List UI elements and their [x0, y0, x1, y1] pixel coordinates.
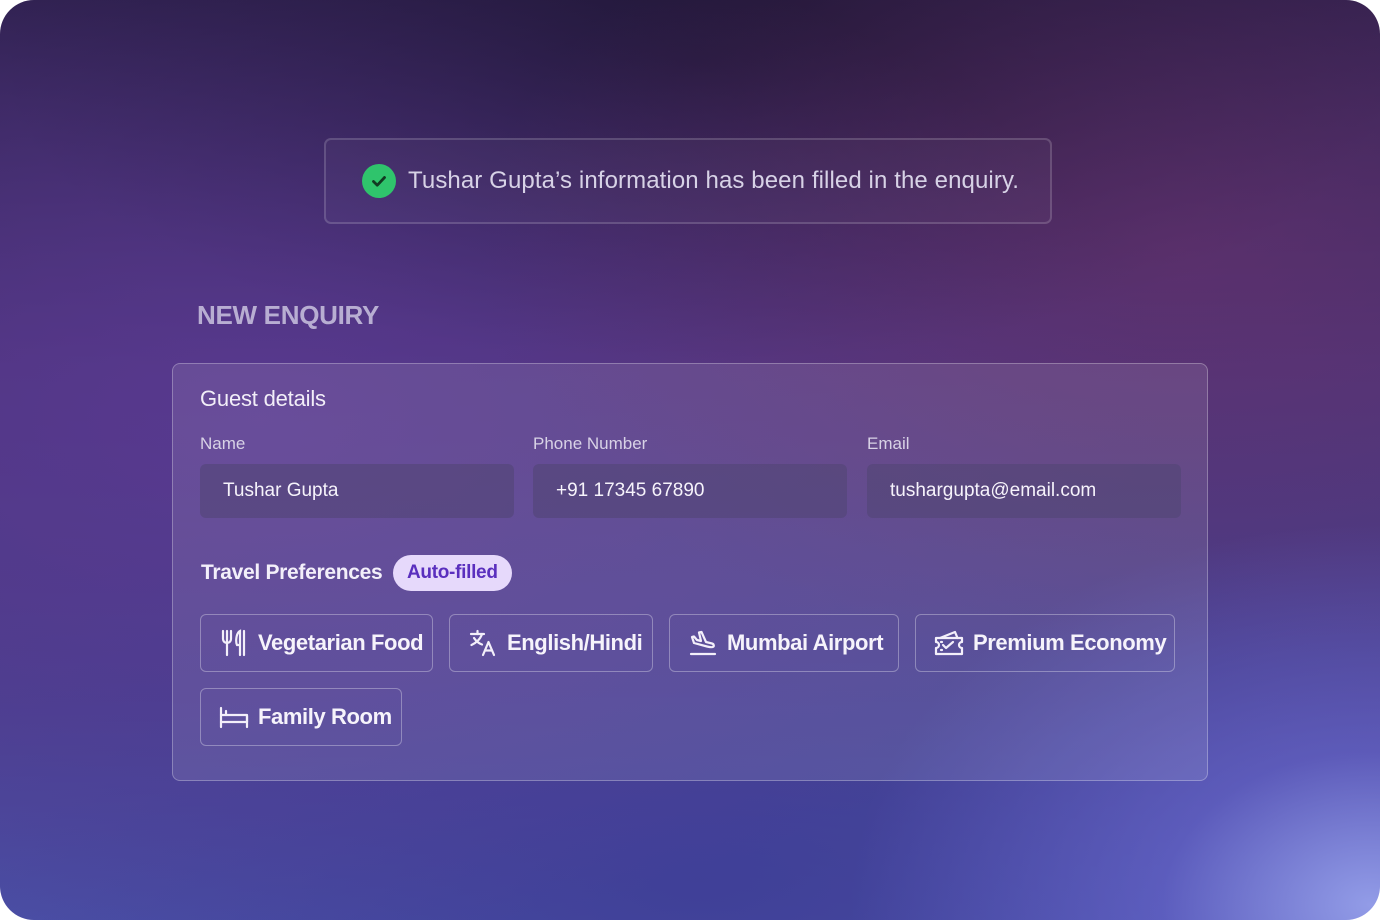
phone-field[interactable]: +91 17345 67890 [533, 464, 847, 518]
chip-premium-economy[interactable]: Premium Economy [915, 614, 1175, 672]
chip-label: English/Hindi [507, 630, 643, 655]
chip-label: Mumbai Airport [727, 630, 884, 655]
ticket-icon [933, 627, 965, 659]
auto-filled-badge: Auto-filled [393, 555, 512, 591]
phone-label: Phone Number [533, 434, 648, 453]
chip-label: Vegetarian Food [258, 630, 424, 655]
notification-message: Tushar Gupta’s information has been fill… [408, 167, 1020, 194]
guest-details-title: Guest details [200, 386, 326, 411]
name-label: Name [200, 434, 246, 453]
chip-mumbai-airport[interactable]: Mumbai Airport [669, 614, 899, 672]
page-title: NEW ENQUIRY [197, 300, 380, 330]
bed-icon [218, 701, 250, 733]
travel-preferences-title: Travel Preferences [201, 561, 383, 584]
chip-family-room[interactable]: Family Room [200, 688, 402, 746]
plane-landing-icon [687, 627, 719, 659]
chip-label: Premium Economy [973, 630, 1167, 655]
guest-details-card: Guest details Name Tushar Gupta Phone Nu… [172, 363, 1208, 781]
translate-icon [467, 627, 499, 659]
check-circle-icon [362, 164, 396, 198]
app-background: Tushar Gupta’s information has been fill… [0, 0, 1380, 920]
name-field[interactable]: Tushar Gupta [200, 464, 514, 518]
chip-label: Family Room [258, 704, 392, 729]
chip-english-hindi[interactable]: English/Hindi [449, 614, 653, 672]
utensils-icon [218, 627, 250, 659]
email-field[interactable]: tushargupta@email.com [867, 464, 1181, 518]
chip-vegetarian-food[interactable]: Vegetarian Food [200, 614, 433, 672]
success-notification: Tushar Gupta’s information has been fill… [324, 138, 1052, 224]
email-label: Email [867, 434, 910, 453]
